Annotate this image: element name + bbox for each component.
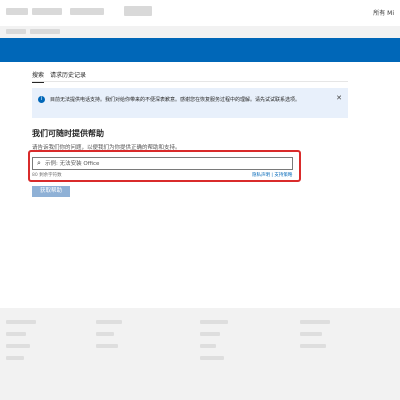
search-input[interactable] [45,159,285,168]
top-header: 所有 Mi [0,0,400,26]
char-count: 80 剩余字符数 [32,173,62,178]
blurred-footer-link[interactable] [96,332,114,336]
blurred-subnav-item[interactable] [6,29,26,34]
blurred-nav-item[interactable] [32,8,62,15]
close-icon[interactable]: ✕ [336,94,342,102]
blurred-footer-link[interactable] [6,356,24,360]
tab-divider [32,81,348,82]
blurred-footer-link[interactable] [300,344,326,348]
info-notice: i 目前无法提供电话支持。我们对给你带来的不便深表歉意。感谢您在恢复服务过程中的… [32,88,348,118]
footer [0,308,400,400]
blurred-nav-item[interactable] [124,6,152,16]
blurred-footer-link[interactable] [6,320,36,324]
blurred-footer-link[interactable] [96,344,118,348]
blurred-footer-link[interactable] [200,344,216,348]
account-menu[interactable]: 所有 Mi [373,8,394,17]
subnav-strip [0,26,400,38]
brand-banner [0,38,400,62]
notice-text: 目前无法提供电话支持。我们对给你带来的不便深表歉意。感谢您在恢复服务过程中的理解… [50,97,301,103]
blurred-subnav-item[interactable] [30,29,60,34]
blurred-footer-link[interactable] [200,320,228,324]
blurred-footer-link[interactable] [200,356,224,360]
blurred-footer-link[interactable] [300,320,330,324]
get-help-button[interactable]: 获取帮助 [32,186,70,197]
blurred-logo [6,8,28,15]
policy-links: 隐私声明 | 支持策略 [252,172,292,178]
blurred-footer-link[interactable] [6,344,30,348]
blurred-nav-item[interactable] [70,8,104,15]
support-policy-link[interactable]: 支持策略 [274,173,292,178]
blurred-footer-link[interactable] [300,332,322,336]
blurred-footer-link[interactable] [200,332,220,336]
search-icon: ⌕ [37,159,41,167]
footer-column [96,320,122,356]
blurred-footer-link[interactable] [96,320,122,324]
blurred-footer-link[interactable] [6,332,26,336]
footer-column [6,320,36,368]
privacy-link[interactable]: 隐私声明 [252,173,270,178]
search-box: ⌕ [32,157,293,170]
footer-column [200,320,228,368]
footer-column [300,320,330,356]
info-icon: i [38,96,45,103]
page-title: 我们可随时提供帮助 [32,129,104,138]
